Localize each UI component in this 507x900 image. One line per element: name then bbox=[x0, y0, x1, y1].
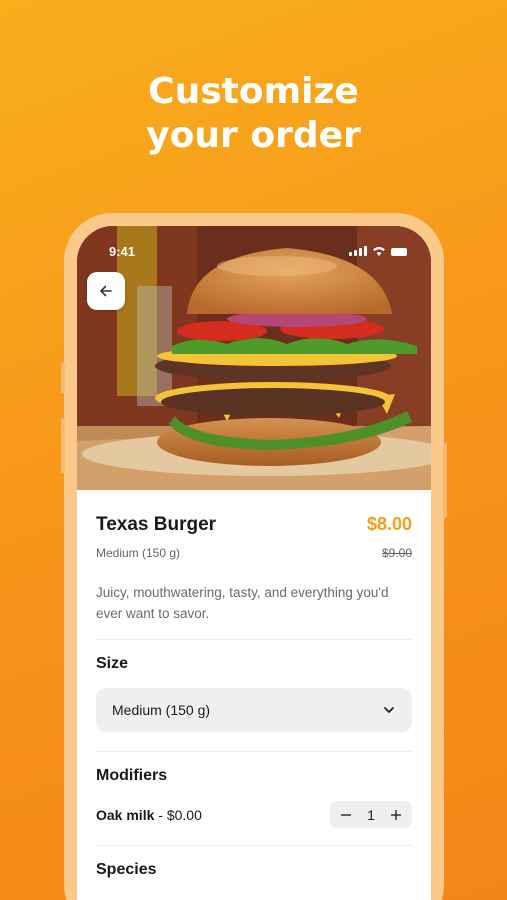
phone-side-button bbox=[61, 418, 65, 473]
wifi-icon bbox=[373, 247, 385, 256]
product-image bbox=[77, 226, 431, 490]
minus-icon bbox=[341, 813, 351, 816]
quantity-value: 1 bbox=[367, 806, 375, 823]
burger-illustration bbox=[77, 226, 431, 490]
product-details: Texas Burger Medium (150 g) $8.00 $9.00 … bbox=[77, 490, 431, 879]
product-old-price: $9.00 bbox=[381, 546, 412, 560]
quantity-stepper: 1 bbox=[330, 801, 412, 828]
increment-button[interactable] bbox=[388, 807, 404, 823]
product-name: Texas Burger bbox=[96, 514, 217, 535]
size-select-value: Medium (150 g) bbox=[112, 702, 211, 718]
product-variant: Medium (150 g) bbox=[96, 546, 181, 560]
headline-line-1: Customize bbox=[148, 71, 359, 112]
headline-line-2: your order bbox=[146, 115, 361, 156]
divider bbox=[96, 845, 412, 846]
plus-icon bbox=[390, 809, 401, 820]
battery-icon bbox=[391, 248, 407, 256]
chevron-down-icon bbox=[384, 707, 394, 713]
status-time: 9:41 bbox=[109, 244, 136, 259]
modifier-label: Oak milk - $0.00 bbox=[96, 807, 202, 823]
size-section-title: Size bbox=[96, 655, 129, 672]
product-price: $8.00 bbox=[366, 514, 412, 534]
product-description: Juicy, mouthwatering, tasty, and everyth… bbox=[96, 585, 389, 621]
species-section-title: Species bbox=[96, 861, 157, 878]
divider bbox=[96, 751, 412, 752]
decrement-button[interactable] bbox=[338, 807, 354, 823]
status-icons bbox=[349, 246, 407, 256]
arrow-left-icon bbox=[100, 285, 112, 297]
phone-side-button bbox=[443, 443, 447, 518]
modifier-price: - $0.00 bbox=[154, 806, 202, 823]
back-button[interactable] bbox=[87, 272, 125, 310]
size-select[interactable]: Medium (150 g) bbox=[96, 688, 412, 732]
app-screen: 9:41 Texas Burger Medium (150 g) $8.00 $… bbox=[77, 226, 431, 900]
phone-side-button bbox=[61, 363, 65, 393]
promo-headline: Customize your order bbox=[0, 70, 507, 158]
modifier-name: Oak milk bbox=[96, 806, 155, 823]
cellular-signal-icon bbox=[349, 246, 367, 256]
modifier-item: Oak milk - $0.00 1 bbox=[96, 801, 412, 828]
status-bar: 9:41 bbox=[77, 244, 431, 260]
divider bbox=[96, 639, 412, 640]
phone-frame: 9:41 Texas Burger Medium (150 g) $8.00 $… bbox=[61, 213, 447, 900]
modifiers-section-title: Modifiers bbox=[96, 767, 168, 784]
product-header: Texas Burger Medium (150 g) $8.00 $9.00 bbox=[96, 490, 412, 570]
